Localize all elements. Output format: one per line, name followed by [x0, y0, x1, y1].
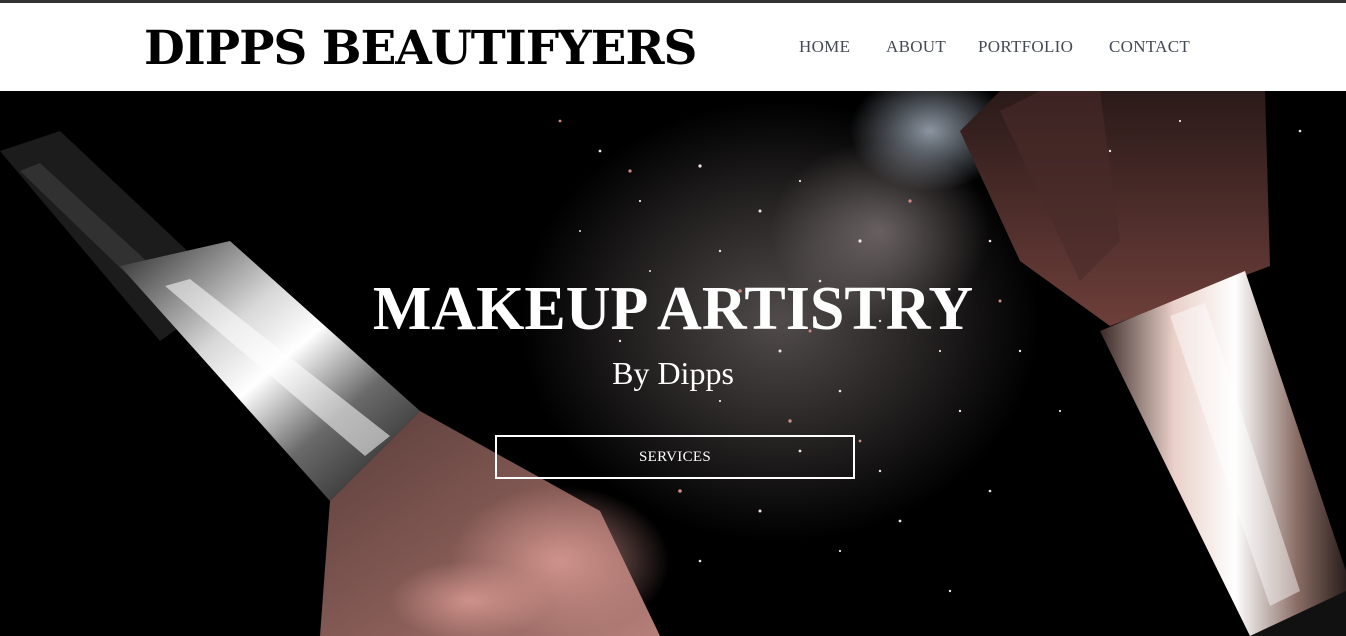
nav-about-link[interactable]: ABOUT — [886, 37, 946, 57]
hero-title: MAKEUP ARTISTRY — [372, 275, 974, 343]
nav-portfolio-link[interactable]: PORTFOLIO — [978, 37, 1073, 57]
nav-contact-link[interactable]: CONTACT — [1109, 37, 1190, 57]
services-button[interactable]: SERVICES — [495, 435, 855, 479]
site-header: DIPPS BEAUTIFYERS HOME ABOUT PORTFOLIO C… — [0, 3, 1346, 91]
main-nav: HOME ABOUT PORTFOLIO CONTACT — [0, 37, 1346, 61]
hero-subtitle: By Dipps — [612, 355, 734, 391]
hero-section: MAKEUP ARTISTRY By Dipps SERVICES — [0, 91, 1346, 636]
nav-home-link[interactable]: HOME — [799, 37, 850, 57]
